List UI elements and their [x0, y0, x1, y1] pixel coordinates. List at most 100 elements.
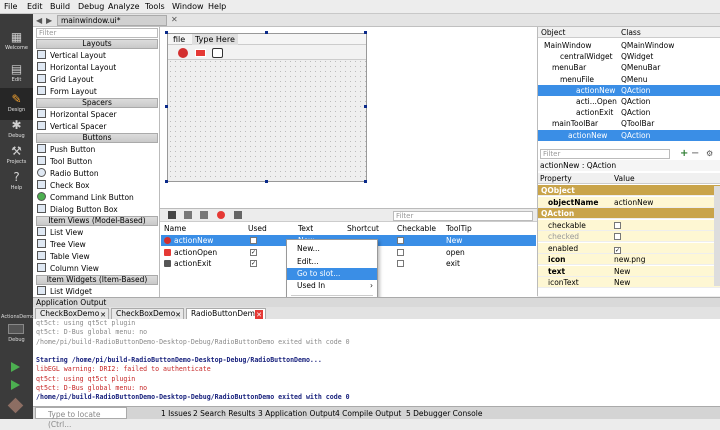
- widget-item[interactable]: Command Link Button: [37, 192, 134, 203]
- widget-item[interactable]: Table View: [37, 251, 90, 262]
- property-scrollbar[interactable]: [714, 186, 720, 286]
- menu-edit[interactable]: Edit: [27, 2, 43, 11]
- output-tab[interactable]: RadioButtonDemo ✕: [186, 308, 266, 320]
- property-row[interactable]: checked: [538, 231, 720, 242]
- action-filter-input[interactable]: Filter: [393, 211, 533, 221]
- property-row[interactable]: QAction: [538, 208, 720, 219]
- property-row[interactable]: QObject: [538, 185, 720, 196]
- object-tree-item[interactable]: menuBar QMenuBar: [538, 62, 720, 73]
- build-icon[interactable]: [7, 397, 24, 414]
- used-checkbox[interactable]: ✓: [250, 260, 257, 267]
- category-item-widgets[interactable]: Item Widgets (Item-Based): [36, 275, 158, 285]
- property-checkbox[interactable]: [614, 220, 621, 231]
- widget-item[interactable]: Form Layout: [37, 86, 97, 97]
- widget-item[interactable]: Tree View: [37, 239, 86, 250]
- resize-handle[interactable]: [165, 31, 168, 34]
- checkable-checkbox[interactable]: [397, 248, 404, 256]
- widget-item[interactable]: Column View: [37, 263, 99, 274]
- col-tooltip[interactable]: ToolTip: [446, 224, 472, 233]
- status-application-output[interactable]: 3 Application Output: [258, 409, 336, 418]
- context-menu-item[interactable]: New...: [287, 243, 377, 255]
- open-document-combo[interactable]: mainwindow.ui*: [57, 15, 167, 26]
- menu-help[interactable]: Help: [208, 2, 226, 11]
- output-tab[interactable]: CheckBoxDemo ✕: [111, 308, 184, 319]
- context-menu-item[interactable]: Edit...: [287, 256, 377, 268]
- property-row[interactable]: iconText New: [538, 277, 720, 288]
- widget-item[interactable]: Radio Button: [37, 168, 99, 179]
- checkable-checkbox[interactable]: [397, 237, 404, 244]
- resize-handle[interactable]: [165, 180, 168, 183]
- resize-handle[interactable]: [165, 105, 168, 108]
- property-value[interactable]: new.png: [614, 254, 645, 265]
- form-menu-type-here[interactable]: Type Here: [192, 34, 238, 45]
- paste-icon[interactable]: [200, 211, 208, 219]
- property-row[interactable]: icon new.png: [538, 254, 720, 265]
- used-checkbox[interactable]: ✓: [250, 237, 257, 244]
- status-compile-output[interactable]: 4 Compile Output: [335, 409, 401, 418]
- widget-item[interactable]: Vertical Layout: [37, 50, 106, 61]
- col-checkable[interactable]: Checkable: [397, 224, 436, 233]
- widget-item[interactable]: Push Button: [37, 144, 95, 155]
- resize-handle[interactable]: [364, 180, 367, 183]
- new-action-tool-icon[interactable]: [168, 211, 176, 219]
- kit-project[interactable]: ActionsDemo: [1, 314, 34, 320]
- col-shortcut[interactable]: Shortcut: [347, 224, 379, 233]
- context-menu-item[interactable]: Used In ›: [287, 280, 377, 292]
- close-icon[interactable]: ✕: [171, 15, 178, 24]
- widget-item[interactable]: List Widget: [37, 286, 92, 297]
- run-icon[interactable]: [11, 362, 20, 372]
- delete-icon[interactable]: [217, 211, 225, 219]
- menu-window[interactable]: Window: [172, 2, 204, 11]
- back-icon[interactable]: ◀: [36, 16, 42, 25]
- widget-item[interactable]: Horizontal Spacer: [37, 109, 117, 120]
- object-tree-item[interactable]: centralWidget QWidget: [538, 51, 720, 62]
- remove-property-icon[interactable]: −: [691, 148, 699, 159]
- view-mode-icon[interactable]: [234, 211, 242, 219]
- mode-welcome[interactable]: ▦ Welcome: [0, 26, 33, 58]
- property-row[interactable]: text New: [538, 265, 720, 277]
- col-used[interactable]: Used: [248, 224, 267, 233]
- object-tree-item[interactable]: actionExit QAction: [538, 107, 720, 118]
- mode-help[interactable]: ? Help: [0, 166, 33, 198]
- category-buttons[interactable]: Buttons: [36, 133, 158, 143]
- widget-item[interactable]: Horizontal Layout: [37, 62, 116, 73]
- menu-debug[interactable]: Debug: [78, 2, 104, 11]
- property-checkbox[interactable]: ✓: [614, 243, 621, 254]
- resize-handle[interactable]: [364, 105, 367, 108]
- object-tree-item[interactable]: actionNew QAction: [538, 129, 720, 141]
- widget-item[interactable]: Grid Layout: [37, 74, 94, 85]
- widget-item[interactable]: Tool Button: [37, 156, 92, 167]
- category-spacers[interactable]: Spacers: [36, 98, 158, 108]
- resize-handle[interactable]: [265, 31, 268, 34]
- context-menu-item[interactable]: Go to slot...: [287, 268, 377, 280]
- menu-build[interactable]: Build: [50, 2, 70, 11]
- menu-tools[interactable]: Tools: [145, 2, 165, 11]
- debug-run-icon[interactable]: [11, 380, 20, 390]
- category-layouts[interactable]: Layouts: [36, 39, 158, 49]
- property-checkbox[interactable]: [614, 231, 621, 242]
- widget-item[interactable]: List View: [37, 227, 83, 238]
- output-tab[interactable]: CheckBoxDemo ✕: [35, 308, 109, 319]
- locator-input[interactable]: Type to locate (Ctrl...: [35, 407, 127, 429]
- kit-config[interactable]: Debug: [1, 337, 32, 343]
- object-tree-item[interactable]: menuFile QMenu: [538, 74, 720, 85]
- property-row[interactable]: enabled ✓: [538, 242, 720, 254]
- resize-handle[interactable]: [265, 180, 268, 183]
- checkable-checkbox[interactable]: [397, 260, 404, 267]
- add-property-icon[interactable]: +: [680, 148, 688, 159]
- col-name[interactable]: Name: [164, 224, 186, 233]
- property-filter-input[interactable]: Filter: [540, 149, 670, 159]
- category-item-views[interactable]: Item Views (Model-Based): [36, 216, 158, 226]
- mode-edit[interactable]: ▤ Edit: [0, 58, 33, 90]
- col-text[interactable]: Text: [298, 224, 313, 233]
- form-menu-file[interactable]: file: [173, 35, 185, 44]
- exit-action-icon[interactable]: [212, 48, 223, 58]
- open-action-icon[interactable]: [195, 49, 206, 57]
- object-tree-item[interactable]: actionNew QAction: [538, 84, 720, 96]
- object-tree-item[interactable]: MainWindow QMainWindow: [538, 40, 720, 51]
- object-tree-item[interactable]: mainToolBar QToolBar: [538, 118, 720, 129]
- used-checkbox[interactable]: ✓: [250, 248, 257, 256]
- copy-icon[interactable]: [184, 211, 192, 219]
- widget-filter-input[interactable]: Filter: [36, 28, 158, 38]
- menu-file[interactable]: File: [4, 2, 17, 11]
